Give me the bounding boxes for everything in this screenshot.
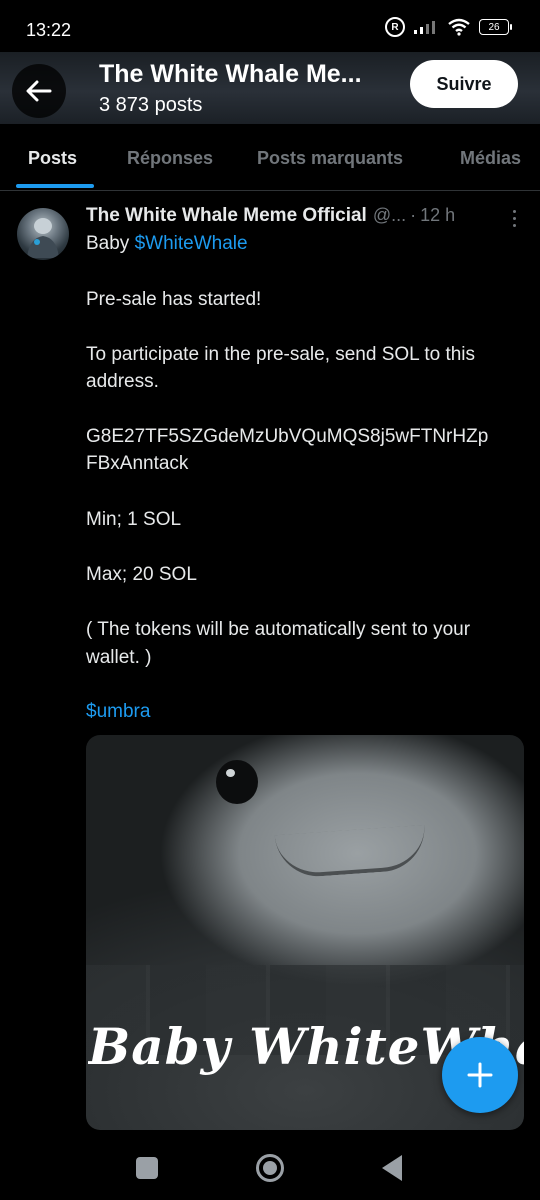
system-nav-bar bbox=[0, 1136, 540, 1200]
battery-icon: 26 bbox=[479, 19, 512, 35]
whale-eye bbox=[216, 760, 258, 804]
home-icon[interactable] bbox=[256, 1154, 284, 1182]
active-tab-indicator bbox=[16, 184, 94, 188]
cashtag-link[interactable]: $umbra bbox=[86, 701, 150, 723]
post-text-line: address. bbox=[86, 371, 159, 392]
post-text-line: ( The tokens will be automatically sent … bbox=[86, 619, 471, 640]
whale-mouth bbox=[274, 824, 428, 880]
author-handle[interactable]: @... bbox=[373, 205, 406, 225]
arrow-left-icon bbox=[26, 80, 52, 102]
recents-icon[interactable] bbox=[136, 1157, 158, 1179]
profile-tabs: Posts Réponses Posts marquants Médias bbox=[0, 124, 540, 191]
plus-icon bbox=[467, 1062, 493, 1088]
post-text-line: Pre-sale has started! bbox=[86, 289, 262, 310]
tab-replies[interactable]: Réponses bbox=[127, 148, 213, 169]
post-time: 12 h bbox=[420, 205, 456, 225]
wallet-address: G8E27TF5SZGdeMzUbVQuMQS8j5wFTNrHZp bbox=[86, 426, 489, 447]
post-text-line: To participate in the pre-sale, send SOL… bbox=[86, 344, 476, 365]
signal-icon bbox=[414, 21, 435, 34]
avatar[interactable] bbox=[17, 208, 69, 260]
profile-header: The White Whale Me... 3 873 posts Suivre bbox=[0, 52, 540, 124]
tab-posts[interactable]: Posts bbox=[28, 148, 77, 169]
back-triangle-icon[interactable] bbox=[382, 1155, 402, 1181]
wifi-icon bbox=[448, 18, 470, 36]
post-text: Baby bbox=[86, 233, 135, 254]
avatar-figure bbox=[27, 218, 59, 258]
follow-button[interactable]: Suivre bbox=[410, 60, 518, 108]
battery-level: 26 bbox=[479, 19, 509, 35]
post-header: The White Whale Meme Official @... · 12 h bbox=[86, 205, 526, 231]
author-name[interactable]: The White Whale Meme Official bbox=[86, 205, 367, 226]
post-text-line: Min; 1 SOL bbox=[86, 509, 182, 530]
tab-highlights[interactable]: Posts marquants bbox=[257, 148, 403, 169]
separator: · bbox=[410, 205, 417, 225]
more-options-icon[interactable] bbox=[505, 205, 523, 231]
post-text-line: Baby $WhiteWhale bbox=[86, 233, 248, 255]
registered-icon: R bbox=[385, 17, 405, 37]
status-icons: R 26 bbox=[385, 17, 512, 37]
profile-title: The White Whale Me... bbox=[99, 60, 362, 88]
post-count: 3 873 posts bbox=[99, 94, 203, 116]
wallet-address: FBxAnntack bbox=[86, 453, 189, 474]
status-bar: 13:22 R 26 bbox=[0, 0, 540, 52]
post-text-line: wallet. ) bbox=[86, 647, 152, 668]
compose-button[interactable] bbox=[442, 1037, 518, 1113]
status-time: 13:22 bbox=[26, 20, 72, 40]
tab-media[interactable]: Médias bbox=[460, 148, 521, 169]
cashtag-link[interactable]: $WhiteWhale bbox=[135, 233, 248, 254]
back-button[interactable] bbox=[12, 64, 66, 118]
post-text-line: Max; 20 SOL bbox=[86, 564, 197, 585]
